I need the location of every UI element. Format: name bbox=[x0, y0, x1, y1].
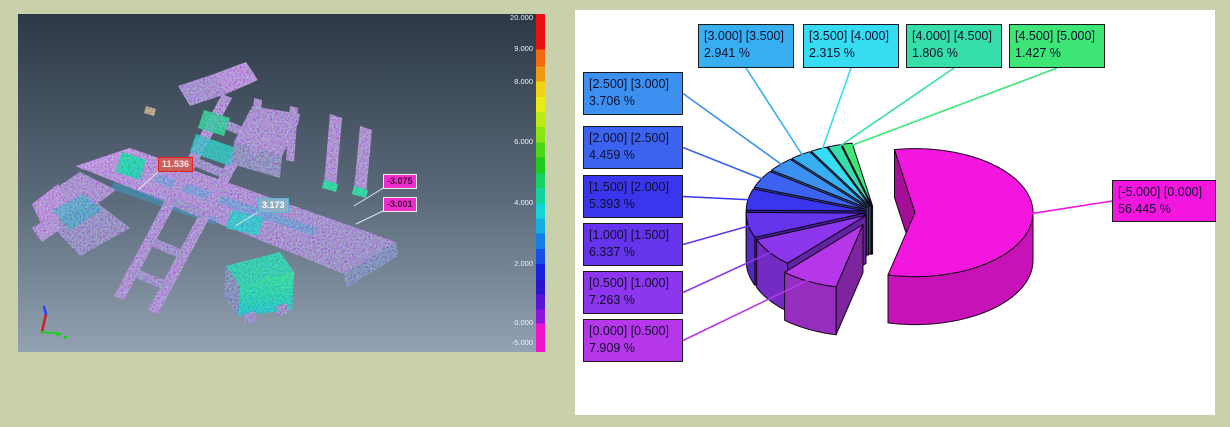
pie-leader-line bbox=[683, 148, 766, 181]
pie-callout-label[interactable]: [0.500] [1.000]7.263 % bbox=[583, 271, 683, 314]
pie-slice-rim-wall[interactable] bbox=[746, 213, 755, 285]
pie-callout-label[interactable]: [3.500] [4.000]2.315 % bbox=[803, 24, 899, 68]
pie-slice[interactable] bbox=[785, 225, 863, 287]
pie-slice-cut-wall[interactable] bbox=[755, 213, 864, 285]
measurement-annotation[interactable]: 3.173 bbox=[258, 198, 289, 213]
pie-label-range: [3.000] [3.500] bbox=[704, 28, 788, 45]
pie-slice-cut-wall[interactable] bbox=[828, 147, 872, 255]
pie-callout-label[interactable]: [1.500] [2.000]5.393 % bbox=[583, 175, 683, 218]
pie-label-percent: 4.459 % bbox=[589, 147, 677, 164]
pie-leader-line bbox=[1027, 201, 1112, 214]
pie-callout-label[interactable]: [2.500] [3.000]3.706 % bbox=[583, 72, 683, 115]
steel-structure-model bbox=[32, 62, 398, 324]
pie-label-range: [1.000] [1.500] bbox=[589, 227, 677, 244]
colorbar-tick-label: 6.000 bbox=[489, 138, 533, 146]
pie-label-percent: 1.427 % bbox=[1015, 45, 1099, 62]
pie-slice[interactable] bbox=[828, 145, 872, 207]
pie-callout-label[interactable]: [3.000] [3.500]2.941 % bbox=[698, 24, 794, 68]
pie-slice[interactable] bbox=[842, 143, 873, 206]
pie-label-range: [4.000] [4.500] bbox=[912, 28, 996, 45]
pie-label-percent: 6.337 % bbox=[589, 244, 677, 261]
colorbar-tick-label: 0.000 bbox=[489, 319, 533, 327]
pie-leader-line bbox=[821, 68, 851, 152]
axis-triad-icon bbox=[42, 307, 67, 339]
pie-slice-cut-wall[interactable] bbox=[811, 151, 870, 254]
pie-slice[interactable] bbox=[754, 172, 865, 210]
pie-leader-line bbox=[683, 94, 785, 167]
pie-callout-label[interactable]: [4.000] [4.500]1.806 % bbox=[906, 24, 1002, 68]
pie-slice-cut-wall[interactable] bbox=[788, 215, 866, 311]
pie-slice[interactable] bbox=[811, 147, 870, 207]
colorbar-tick-label: 8.000 bbox=[489, 78, 533, 86]
pie-slice[interactable] bbox=[746, 189, 864, 211]
pie-slice[interactable] bbox=[746, 212, 864, 237]
pie-slice[interactable] bbox=[792, 152, 869, 207]
pie-label-percent: 2.941 % bbox=[704, 45, 788, 62]
pie-label-percent: 5.393 % bbox=[589, 196, 677, 213]
report-canvas: { "canvas": { "background": "#C8D1AC" },… bbox=[0, 0, 1230, 427]
pie-label-percent: 7.909 % bbox=[589, 340, 677, 357]
pie-leader-line bbox=[683, 197, 754, 201]
pie-callout-label[interactable]: [1.000] [1.500]6.337 % bbox=[583, 223, 683, 266]
colorbar-tick-label: 4.000 bbox=[489, 199, 533, 207]
deviation-model-render bbox=[18, 14, 545, 352]
pie-slice-cut-wall[interactable] bbox=[746, 210, 864, 259]
measurement-annotation[interactable]: -3.001 bbox=[383, 197, 417, 212]
colorbar[interactable] bbox=[536, 14, 545, 352]
deviation-distribution-pie-panel: [-5.000] [0.000]56.445 %[0.000] [0.500]7… bbox=[575, 10, 1215, 415]
pie-label-range: [3.500] [4.000] bbox=[809, 28, 893, 45]
pie-label-range: [4.500] [5.000] bbox=[1015, 28, 1099, 45]
pie-slice-rim-wall[interactable] bbox=[757, 240, 788, 312]
pie-leader-line bbox=[836, 68, 954, 149]
colorbar-tick-label: -5.000 bbox=[489, 339, 533, 347]
pie-label-percent: 56.445 % bbox=[1118, 201, 1210, 218]
pie-slice-cut-wall[interactable] bbox=[792, 159, 869, 256]
pie-slice-cut-wall[interactable] bbox=[754, 187, 865, 257]
pie-callout-label[interactable]: [4.500] [5.000]1.427 % bbox=[1009, 24, 1105, 68]
pie-leader-line bbox=[683, 225, 754, 245]
pie-leader-line bbox=[683, 279, 811, 341]
deviation-3d-viewport[interactable]: 11.536 3.173 -3.075 -3.001 20.000 9.000 8.000… bbox=[18, 14, 545, 352]
pie-label-range: [1.500] [2.000] bbox=[589, 179, 677, 196]
pie-slice[interactable] bbox=[772, 159, 867, 208]
pie-slice-cut-wall[interactable] bbox=[772, 170, 867, 256]
pie-label-range: [-5.000] [0.000] bbox=[1118, 184, 1210, 201]
pie-label-percent: 7.263 % bbox=[589, 292, 677, 309]
measurement-annotation[interactable]: -3.075 bbox=[383, 174, 417, 189]
pie-leader-line bbox=[746, 68, 804, 158]
pie-label-range: [0.000] [0.500] bbox=[589, 323, 677, 340]
measurement-annotation[interactable]: 11.536 bbox=[158, 157, 193, 172]
pie-label-range: [2.000] [2.500] bbox=[589, 130, 677, 147]
pie-slice-rim-wall[interactable] bbox=[785, 272, 837, 335]
pie-callout-label[interactable]: [0.000] [0.500]7.909 % bbox=[583, 319, 683, 362]
pie-leader-line bbox=[683, 251, 775, 293]
pie-slice[interactable] bbox=[888, 149, 1033, 277]
pie-slice-cut-wall[interactable] bbox=[842, 144, 873, 254]
pie-label-range: [0.500] [1.000] bbox=[589, 275, 677, 292]
pie-slice-rim-wall[interactable] bbox=[888, 213, 1033, 325]
pie-leader-line bbox=[848, 68, 1057, 147]
pie-label-range: [2.500] [3.000] bbox=[589, 76, 677, 93]
pie-slice[interactable] bbox=[757, 215, 866, 263]
pie-callout-label[interactable]: [2.000] [2.500]4.459 % bbox=[583, 126, 683, 169]
pie-callout-label[interactable]: [-5.000] [0.000]56.445 % bbox=[1112, 180, 1216, 222]
pie-slice-cut-wall[interactable] bbox=[836, 225, 863, 335]
pie-label-percent: 3.706 % bbox=[589, 93, 677, 110]
colorbar-tick-label: 20.000 bbox=[489, 14, 533, 22]
pie-slice-cut-wall[interactable] bbox=[895, 150, 916, 261]
colorbar-tick-label: 2.000 bbox=[489, 260, 533, 268]
colorbar-tick-label: 9.000 bbox=[489, 45, 533, 53]
pie-label-percent: 2.315 % bbox=[809, 45, 893, 62]
pie-label-percent: 1.806 % bbox=[912, 45, 996, 62]
